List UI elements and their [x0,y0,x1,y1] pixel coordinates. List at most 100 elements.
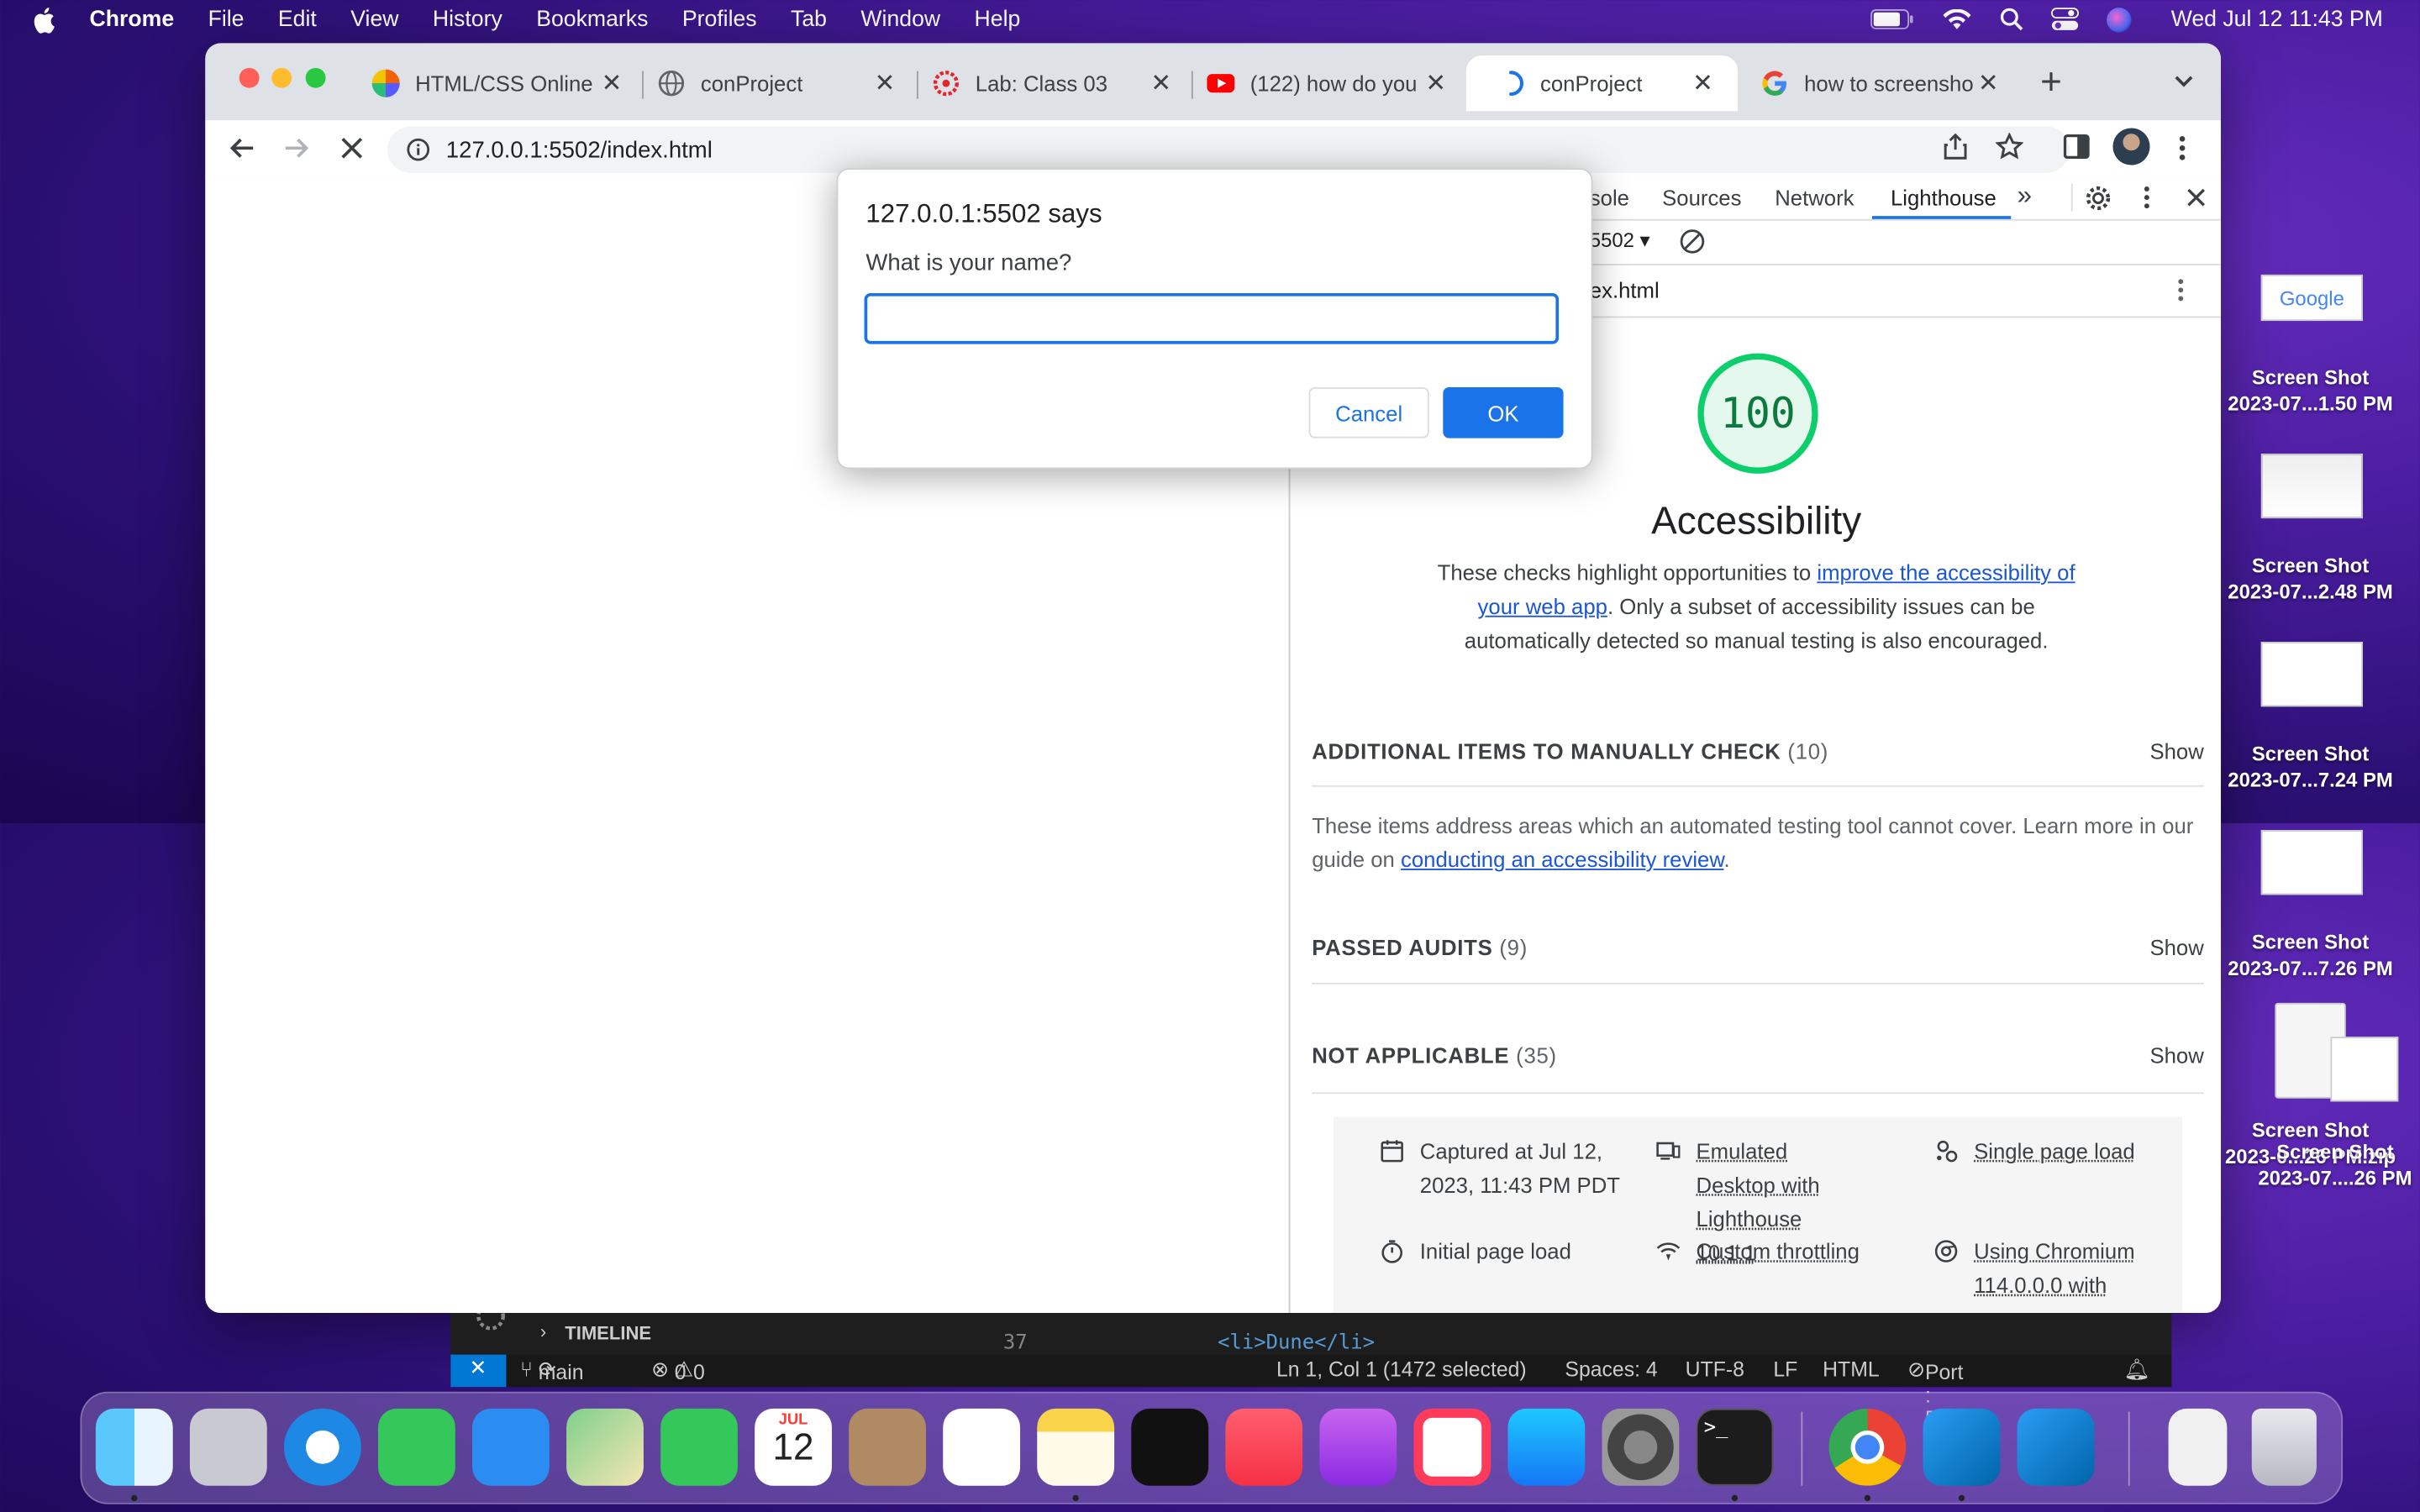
more-vertical-icon[interactable] [2178,134,2187,162]
menu-history[interactable]: History [433,7,502,31]
menu-bookmarks[interactable]: Bookmarks [536,7,648,31]
settings-gear-icon[interactable] [2085,185,2111,211]
devtools-tab-network[interactable]: Network [1775,185,1854,209]
new-tab-plus-icon[interactable]: + [2040,61,2062,104]
control-center-icon[interactable] [2050,8,2079,31]
apple-icon[interactable] [31,5,55,33]
menu-profiles[interactable]: Profiles [682,7,757,31]
close-icon[interactable]: ✕ [1425,68,1446,99]
menu-file[interactable]: File [208,7,245,31]
bookmark-star-icon[interactable] [1995,132,2023,160]
name-input[interactable] [864,292,1560,344]
safari-icon[interactable] [283,1408,361,1486]
terminal-icon[interactable]: >_ [1696,1408,1774,1486]
archive-zip-icon[interactable] [2168,1408,2228,1486]
notes-icon[interactable] [1037,1408,1115,1486]
more-tabs-chevron-icon[interactable]: » [2018,181,2032,212]
passed-audits-section[interactable]: PASSED AUDITS (9) Show [1312,916,2204,984]
messages-icon[interactable] [377,1408,455,1486]
menu-window[interactable]: Window [860,7,940,31]
ok-button[interactable]: OK [1443,387,1564,438]
show-toggle[interactable]: Show [2149,739,2203,764]
cancel-button[interactable]: Cancel [1308,387,1429,438]
back-arrow-icon[interactable] [229,134,256,162]
minimize-window-button[interactable] [271,67,292,88]
apple-tv-icon[interactable] [1131,1408,1209,1486]
facetime-icon[interactable] [660,1408,738,1486]
tab-conproject[interactable]: conProject ✕ [657,55,895,111]
show-toggle[interactable]: Show [2149,935,2203,959]
close-icon[interactable]: ✕ [1978,68,1999,99]
report-selector[interactable]: 5502 ▾ [1590,228,1650,253]
menu-clock[interactable]: Wed Jul 12 11:43 PM [2171,7,2383,31]
devtools-close-icon[interactable] [2186,186,2207,208]
tab-search-chevron-down-icon[interactable] [2173,74,2195,89]
stop-loading-x-icon[interactable] [338,134,366,162]
siri-icon[interactable] [2106,7,2131,32]
calendar-icon[interactable]: JUL 12 [755,1408,832,1486]
live-server-port[interactable]: ⊘ Port : 5502 [1907,1357,1971,1430]
app-store-icon[interactable] [1507,1408,1586,1486]
notifications-bell-icon[interactable]: 🔔︎ [2123,1357,2149,1382]
close-icon[interactable]: ✕ [1150,68,1171,99]
close-icon[interactable]: ✕ [602,68,623,99]
cursor-position[interactable]: Ln 1, Col 1 (1472 selected) [1276,1357,1527,1381]
profile-avatar[interactable] [2112,128,2150,165]
menu-app-name[interactable]: Chrome [90,7,175,31]
system-settings-icon[interactable] [1602,1408,1680,1486]
reminders-icon[interactable] [943,1408,1021,1486]
url-text[interactable]: 127.0.0.1:5502/index.html [446,137,713,163]
chrome-icon[interactable] [1828,1408,1907,1486]
vscode-icon[interactable] [2017,1408,2095,1486]
tab-youtube[interactable]: (122) how do you ✕ [1207,55,1446,111]
close-icon[interactable]: ✕ [875,68,896,99]
accessibility-review-link[interactable]: conducting an accessibility review [1401,847,1724,871]
devtools-tab-console[interactable]: sole [1590,185,1629,209]
devtools-more-icon[interactable] [2142,185,2151,209]
tab-lab-class-03[interactable]: Lab: Class 03 ✕ [932,55,1171,111]
news-icon[interactable] [1413,1408,1491,1486]
site-info-icon[interactable] [406,137,430,161]
contacts-icon[interactable] [849,1408,927,1486]
trash-icon[interactable] [2251,1408,2317,1486]
launchpad-icon[interactable] [189,1408,267,1486]
tab-html-css-online[interactable]: HTML/CSS Online ✕ [371,55,623,111]
maps-icon[interactable] [566,1408,644,1486]
problems-count[interactable]: ⊗ 0 ⚠ 0 [651,1357,705,1383]
tab-conproject-active[interactable]: conProject ✕ [1465,55,1739,112]
address-bar[interactable]: 127.0.0.1:5502/index.html [387,126,2070,173]
zoom-window-button[interactable] [305,67,326,88]
language-mode[interactable]: HTML [1823,1357,1879,1381]
vscode-icon[interactable] [1923,1408,2001,1486]
finder-icon[interactable] [95,1408,173,1486]
forward-arrow-icon[interactable] [282,134,310,162]
menu-help[interactable]: Help [975,7,1021,31]
settings-gear-icon[interactable] [476,1313,507,1331]
close-icon[interactable]: ✕ [1692,68,1713,99]
share-icon[interactable] [1943,133,1967,160]
git-branch[interactable]: ⑂ main ⟳ [520,1357,584,1383]
show-toggle[interactable]: Show [2149,1043,2203,1068]
encoding[interactable]: UTF-8 [1686,1357,1744,1381]
devtools-tab-lighthouse[interactable]: Lighthouse [1891,185,1996,209]
tab-google-search[interactable]: how to screensho ✕ [1761,55,1999,111]
mail-icon[interactable] [472,1408,550,1486]
end-of-line[interactable]: LF [1773,1357,1797,1381]
clear-report-icon[interactable] [1679,228,1705,255]
manual-check-section[interactable]: ADDITIONAL ITEMS TO MANUALLY CHECK (10) … [1312,722,2204,787]
devtools-tab-sources[interactable]: Sources [1662,185,1741,209]
menu-edit[interactable]: Edit [278,7,317,31]
battery-icon[interactable] [1870,9,1913,29]
timeline-section[interactable]: TIMELINE [565,1322,651,1344]
report-menu-icon[interactable] [2176,278,2186,302]
side-panel-icon[interactable] [2063,134,2090,159]
podcasts-icon[interactable] [1319,1408,1397,1486]
wifi-icon[interactable] [1941,8,1972,30]
timeline-chevron-icon[interactable]: › [540,1320,546,1342]
spotlight-search-icon[interactable] [2000,8,2023,31]
not-applicable-section[interactable]: NOT APPLICABLE (35) Show [1312,1025,2204,1095]
indentation[interactable]: Spaces: 4 [1565,1357,1657,1381]
close-window-button[interactable] [239,67,260,88]
menu-view[interactable]: View [350,7,398,31]
music-icon[interactable] [1225,1408,1303,1486]
